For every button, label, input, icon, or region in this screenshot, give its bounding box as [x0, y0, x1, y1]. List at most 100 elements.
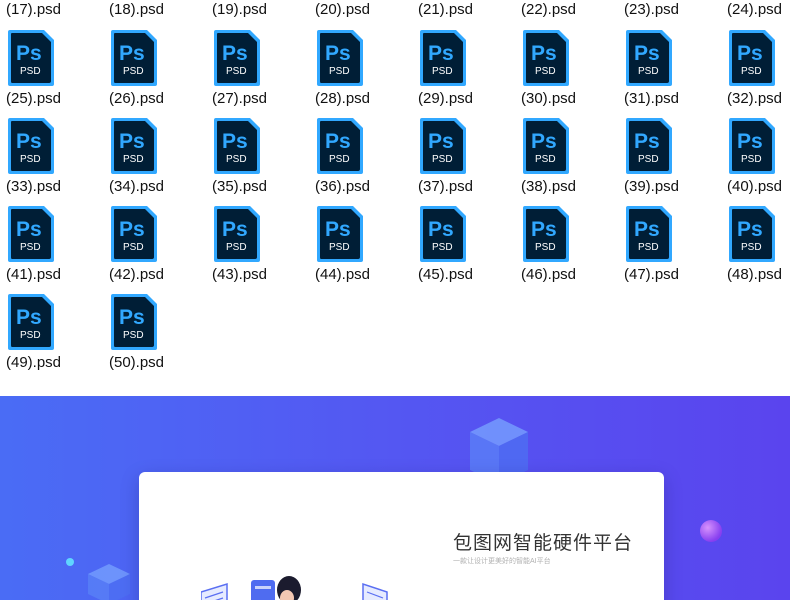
photoshop-file-icon: PsPSD — [420, 118, 466, 174]
hero-subtitle: 一款让设计更美好的智能AI平台 — [453, 558, 551, 565]
svg-text:PSD: PSD — [432, 66, 453, 77]
svg-text:PSD: PSD — [432, 242, 453, 253]
photoshop-file-icon: PsPSD — [317, 206, 363, 262]
svg-text:Ps: Ps — [634, 130, 660, 153]
svg-text:PSD: PSD — [741, 66, 762, 77]
file-item[interactable]: Ps PSD (37).psd — [418, 118, 520, 206]
svg-text:Ps: Ps — [16, 306, 42, 329]
file-item[interactable]: Ps PSD (40).psd — [727, 118, 790, 206]
file-item[interactable]: Ps PSD (29).psd — [418, 30, 520, 118]
file-name-label: (45).psd — [418, 266, 474, 283]
photoshop-file-icon: PsPSD — [8, 30, 54, 86]
file-item[interactable]: Ps PSD (47).psd — [624, 206, 726, 294]
svg-text:Ps: Ps — [222, 218, 248, 241]
svg-text:Ps: Ps — [119, 130, 145, 153]
file-name-label: (40).psd — [727, 178, 783, 195]
photoshop-file-icon: PsPSD — [111, 206, 157, 262]
svg-text:Ps: Ps — [325, 130, 351, 153]
file-name-label: (19).psd — [212, 1, 268, 18]
svg-text:Ps: Ps — [737, 130, 763, 153]
svg-text:PSD: PSD — [741, 242, 762, 253]
photoshop-file-icon: PsPSD — [8, 206, 54, 262]
file-name-label: (47).psd — [624, 266, 680, 283]
svg-text:PSD: PSD — [535, 242, 556, 253]
cube-decoration-icon — [88, 564, 130, 600]
photoshop-file-icon: PsPSD — [214, 118, 260, 174]
svg-text:PSD: PSD — [535, 154, 556, 165]
svg-text:Ps: Ps — [531, 218, 557, 241]
file-name-label: (41).psd — [6, 266, 62, 283]
photoshop-file-icon: PsPSD — [111, 118, 157, 174]
svg-text:PSD: PSD — [638, 66, 659, 77]
file-item[interactable]: Ps PSD (26).psd — [109, 30, 211, 118]
file-item[interactable]: Ps PSD (43).psd — [212, 206, 314, 294]
svg-text:PSD: PSD — [123, 154, 144, 165]
file-item[interactable]: Ps PSD (28).psd — [315, 30, 417, 118]
file-name-label: (34).psd — [109, 178, 165, 195]
file-name-label: (42).psd — [109, 266, 165, 283]
file-name-label: (32).psd — [727, 90, 783, 107]
svg-text:Ps: Ps — [325, 42, 351, 65]
photoshop-file-icon: PsPSD — [523, 118, 569, 174]
file-name-label: (36).psd — [315, 178, 371, 195]
file-name-label: (39).psd — [624, 178, 680, 195]
photoshop-file-icon: PsPSD — [420, 206, 466, 262]
file-name-label: (23).psd — [624, 1, 680, 18]
file-item[interactable]: Ps PSD (50).psd — [109, 294, 211, 382]
svg-text:PSD: PSD — [741, 154, 762, 165]
photoshop-file-icon: PsPSD — [8, 294, 54, 350]
file-item[interactable]: Ps PSD (36).psd — [315, 118, 417, 206]
svg-text:PSD: PSD — [123, 242, 144, 253]
hero-title: 包图网智能硬件平台 — [453, 533, 634, 554]
svg-text:PSD: PSD — [535, 66, 556, 77]
file-item[interactable]: Ps PSD (27).psd — [212, 30, 314, 118]
file-item[interactable]: Ps PSD (46).psd — [521, 206, 623, 294]
svg-text:Ps: Ps — [119, 306, 145, 329]
file-name-label: (43).psd — [212, 266, 268, 283]
file-item[interactable]: Ps PSD (33).psd — [6, 118, 108, 206]
file-item[interactable]: Ps PSD (42).psd — [109, 206, 211, 294]
photoshop-file-icon: PsPSD — [523, 206, 569, 262]
photoshop-file-icon: PsPSD — [8, 118, 54, 174]
file-item[interactable]: Ps PSD (48).psd — [727, 206, 790, 294]
file-item[interactable]: Ps PSD (35).psd — [212, 118, 314, 206]
file-name-label: (33).psd — [6, 178, 62, 195]
file-name-label: (30).psd — [521, 90, 577, 107]
file-item[interactable]: Ps PSD (49).psd — [6, 294, 108, 382]
svg-text:Ps: Ps — [428, 42, 454, 65]
file-item[interactable]: Ps PSD (45).psd — [418, 206, 520, 294]
file-item[interactable]: Ps PSD (32).psd — [727, 30, 790, 118]
photoshop-file-icon: PsPSD — [729, 206, 775, 262]
svg-text:PSD: PSD — [329, 66, 350, 77]
svg-text:PSD: PSD — [329, 154, 350, 165]
file-item[interactable]: Ps PSD (34).psd — [109, 118, 211, 206]
file-name-label: (24).psd — [727, 1, 783, 18]
svg-text:PSD: PSD — [638, 242, 659, 253]
file-name-label: (17).psd — [6, 1, 62, 18]
photoshop-file-icon: PsPSD — [111, 30, 157, 86]
file-item[interactable]: Ps PSD (31).psd — [624, 30, 726, 118]
file-item[interactable]: Ps PSD (38).psd — [521, 118, 623, 206]
file-name-label: (21).psd — [418, 1, 474, 18]
file-name-label: (27).psd — [212, 90, 268, 107]
file-item[interactable]: Ps PSD (30).psd — [521, 30, 623, 118]
file-item[interactable]: Ps PSD (39).psd — [624, 118, 726, 206]
svg-text:Ps: Ps — [428, 130, 454, 153]
svg-text:PSD: PSD — [123, 330, 144, 341]
svg-text:Ps: Ps — [634, 42, 660, 65]
file-item[interactable]: Ps PSD (25).psd — [6, 30, 108, 118]
dot-decoration — [66, 558, 74, 566]
file-name-label: (46).psd — [521, 266, 577, 283]
photoshop-file-icon: PsPSD — [420, 30, 466, 86]
file-name-label: (44).psd — [315, 266, 371, 283]
photoshop-file-icon: PsPSD — [214, 30, 260, 86]
file-item[interactable]: Ps PSD (44).psd — [315, 206, 417, 294]
svg-text:PSD: PSD — [226, 66, 247, 77]
svg-text:Ps: Ps — [531, 130, 557, 153]
svg-text:Ps: Ps — [119, 218, 145, 241]
file-item[interactable]: Ps PSD (41).psd — [6, 206, 108, 294]
file-name-label: (28).psd — [315, 90, 371, 107]
file-name-label: (50).psd — [109, 354, 165, 371]
photoshop-file-icon: PsPSD — [626, 118, 672, 174]
photoshop-file-icon: PsPSD — [523, 30, 569, 86]
